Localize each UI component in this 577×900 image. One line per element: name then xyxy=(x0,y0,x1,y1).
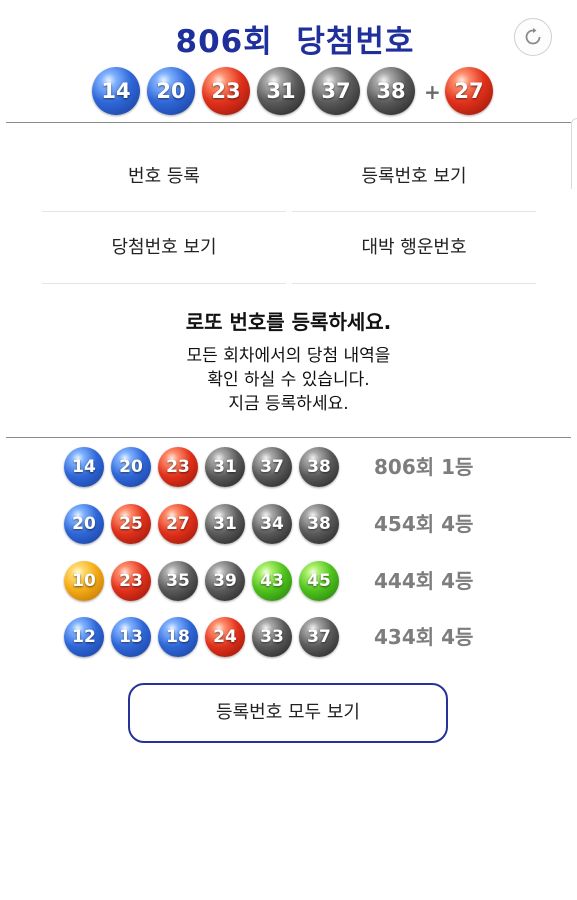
lotto-ball: 38 xyxy=(299,504,339,544)
menu-divider xyxy=(292,283,536,284)
lotto-ball: 20 xyxy=(64,504,104,544)
lotto-ball: 45 xyxy=(299,561,339,601)
notice-title: 로또 번호를 등록하세요. xyxy=(185,310,392,334)
lotto-ball: 38 xyxy=(299,447,339,487)
refresh-button[interactable] xyxy=(514,18,552,56)
scroll-edge xyxy=(571,118,577,189)
winning-result-label: 434회 4등 xyxy=(374,625,474,649)
lotto-ball: 31 xyxy=(205,447,245,487)
lotto-ball: 33 xyxy=(252,617,292,657)
winning-result-label: 454회 4등 xyxy=(374,512,474,536)
lotto-ball: 31 xyxy=(205,504,245,544)
page-title: 806회 당첨번호 xyxy=(175,24,415,60)
header-divider xyxy=(6,122,571,123)
notice-body: 모든 회차에서의 당첨 내역을 확인 하실 수 있습니다. 지금 등록하세요. xyxy=(0,344,577,416)
registered-row[interactable]: 20 25 27 31 34 38 454회 4등 xyxy=(64,503,514,545)
lotto-ball: 39 xyxy=(205,561,245,601)
refresh-icon xyxy=(525,28,541,45)
lotto-ball: 25 xyxy=(111,504,151,544)
menu-divider xyxy=(42,211,286,212)
registered-row[interactable]: 14 20 23 31 37 38 806회 1등 xyxy=(64,446,514,488)
winning-result-label: 806회 1등 xyxy=(374,455,474,479)
registered-row[interactable]: 10 23 35 39 43 45 444회 4등 xyxy=(64,560,514,602)
lotto-ball: 43 xyxy=(252,561,292,601)
lotto-ball: 20 xyxy=(111,447,151,487)
bonus-lotto-ball: 27 xyxy=(445,67,493,115)
lotto-app-screen: 806회 당첨번호 14 20 23 31 37 38 + 27 번호 등록 등록번호 보… xyxy=(0,0,577,900)
lotto-ball: 23 xyxy=(111,561,151,601)
lotto-ball: 38 xyxy=(367,67,415,115)
lotto-ball: 27 xyxy=(158,504,198,544)
notice-line: 확인 하실 수 있습니다. xyxy=(207,370,370,390)
menu-divider xyxy=(292,211,536,212)
winning-result-label: 444회 4등 xyxy=(374,569,474,593)
lotto-ball: 23 xyxy=(158,447,198,487)
bonus-plus-sign: + xyxy=(424,80,441,104)
lotto-ball: 10 xyxy=(64,561,104,601)
menu-lucky-numbers[interactable]: 대박 행운번호 xyxy=(292,213,536,283)
lotto-ball: 34 xyxy=(252,504,292,544)
lotto-ball: 20 xyxy=(147,67,195,115)
list-divider xyxy=(6,437,571,438)
lotto-ball: 14 xyxy=(64,447,104,487)
menu-view-winning[interactable]: 당첨번호 보기 xyxy=(42,213,286,283)
registered-row[interactable]: 12 13 18 24 33 37 434회 4등 xyxy=(64,616,514,658)
lotto-ball: 37 xyxy=(299,617,339,657)
notice-line: 모든 회차에서의 당첨 내역을 xyxy=(186,346,391,366)
menu-register-numbers[interactable]: 번호 등록 xyxy=(42,142,286,212)
lotto-ball: 31 xyxy=(257,67,305,115)
lotto-ball: 37 xyxy=(312,67,360,115)
lotto-ball: 18 xyxy=(158,617,198,657)
lotto-ball: 12 xyxy=(64,617,104,657)
lotto-ball: 23 xyxy=(202,67,250,115)
menu-divider xyxy=(42,283,286,284)
winning-header: 806회 당첨번호 14 20 23 31 37 38 + 27 xyxy=(0,0,577,122)
lotto-ball: 35 xyxy=(158,561,198,601)
view-all-registered-button[interactable]: 등록번호 모두 보기 xyxy=(128,683,448,743)
lotto-ball: 24 xyxy=(205,617,245,657)
lotto-ball: 14 xyxy=(92,67,140,115)
notice-line: 지금 등록하세요. xyxy=(228,394,349,414)
menu-view-registered[interactable]: 등록번호 보기 xyxy=(292,142,536,212)
lotto-ball: 13 xyxy=(111,617,151,657)
lotto-ball: 37 xyxy=(252,447,292,487)
